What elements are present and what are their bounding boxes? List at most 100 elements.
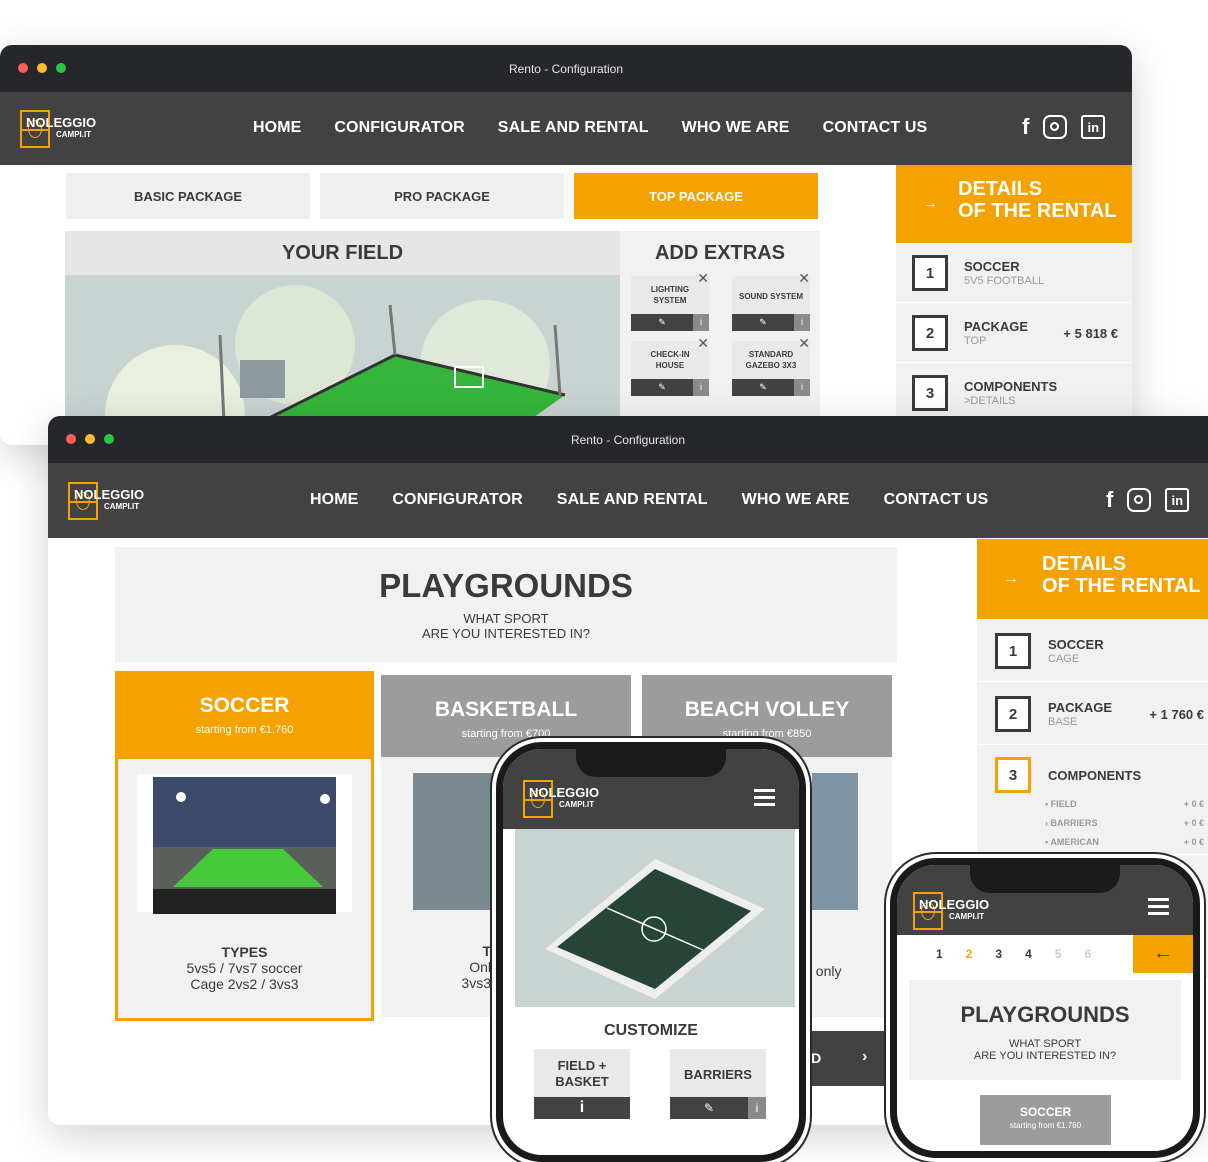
edit-icon[interactable]: ✎	[670, 1097, 748, 1119]
info-icon[interactable]: i	[748, 1097, 766, 1119]
info-icon[interactable]: i	[693, 314, 709, 331]
main-menu: HOME CONFIGURATOR SALE AND RENTAL WHO WE…	[253, 119, 927, 137]
window-controls[interactable]	[18, 63, 66, 73]
site-logo[interactable]: NOLEGGIO CAMPI.IT	[913, 892, 989, 930]
playgrounds-header: PLAYGROUNDS WHAT SPORT ARE YOU INTERESTE…	[115, 547, 897, 662]
nav-configurator[interactable]: CONFIGURATOR	[392, 491, 522, 509]
arrow-right-icon: →	[922, 195, 938, 212]
minimize-dot[interactable]	[85, 434, 95, 444]
edit-icon[interactable]: ✎	[732, 379, 794, 396]
option-barriers[interactable]: BARRIERS ✎ i	[670, 1049, 766, 1119]
rental-step-1[interactable]: 1 SOCCER CAGE	[977, 619, 1208, 682]
phone-notch	[970, 865, 1120, 893]
extra-standard-gazebo[interactable]: ✕ STANDARD GAZEBO 3X3 ✎ i	[732, 335, 810, 396]
step-2[interactable]: 2	[966, 947, 973, 961]
customize-title: CUSTOMIZE	[604, 1022, 698, 1039]
step-4[interactable]: 4	[1025, 947, 1032, 961]
window-titlebar: Rento - Configuration	[0, 45, 1132, 92]
site-logo[interactable]: NOLEGGIO CAMPI.IT	[20, 109, 96, 148]
top-package-button[interactable]: TOP PACKAGE	[574, 173, 818, 219]
step-6[interactable]: 6	[1084, 947, 1091, 961]
soccer-photo	[137, 774, 352, 914]
nav-home[interactable]: HOME	[253, 119, 301, 137]
nav-contact-us[interactable]: CONTACT US	[823, 119, 928, 137]
arrow-right-icon: →	[1003, 570, 1019, 587]
component-row[interactable]: • AMERICAN + 0 €	[1045, 837, 1204, 847]
phone-mockup-customize: NOLEGGIO CAMPI.IT CUSTOMIZE FIELD + BASKE…	[496, 742, 806, 1162]
truss	[388, 304, 397, 356]
step-5[interactable]: 5	[1055, 947, 1062, 961]
extra-check-in-house[interactable]: ✕ CHECK-IN HOUSE ✎ i	[631, 335, 709, 396]
sport-button-soccer[interactable]: SOCCER starting from €1.760	[980, 1095, 1111, 1145]
linkedin-icon[interactable]: in	[1081, 115, 1106, 139]
page-title: PLAYGROUNDS	[379, 567, 633, 604]
details-line2: OF THE RENTAL	[1042, 575, 1201, 597]
info-icon[interactable]: i	[794, 379, 810, 396]
question-line1: WHAT SPORT	[463, 611, 549, 626]
edit-icon[interactable]: ✎	[631, 379, 693, 396]
details-line1: DETAILS	[958, 178, 1043, 200]
nav-sale-and-rental[interactable]: SALE AND RENTAL	[557, 491, 708, 509]
extra-lighting-system[interactable]: ✕ LIGHTING SYSTEM ✎ i	[631, 270, 709, 331]
field-panel: YOUR FIELD	[65, 231, 620, 445]
extra-sound-system[interactable]: ✕ SOUND SYSTEM ✎ i	[732, 270, 810, 331]
edit-icon[interactable]: ✎	[732, 314, 794, 331]
page-title: PLAYGROUNDS	[960, 1002, 1130, 1027]
maximize-dot[interactable]	[104, 434, 114, 444]
back-browser-window: Rento - Configuration NOLEGGIO CAMPI.IT H…	[0, 45, 1132, 445]
info-icon[interactable]: i	[693, 379, 709, 396]
question-line2: ARE YOU INTERESTED IN?	[421, 626, 591, 641]
linkedin-icon[interactable]: in	[1165, 488, 1190, 512]
pro-package-button[interactable]: PRO PACKAGE	[320, 173, 564, 219]
logo-main-text: NOLEGGIO	[919, 897, 990, 912]
window-title: Rento - Configuration	[570, 432, 686, 447]
nav-sale-and-rental[interactable]: SALE AND RENTAL	[498, 119, 649, 137]
option-field-basket[interactable]: FIELD + BASKET i	[534, 1049, 630, 1119]
component-row[interactable]: › BARRIERS + 0 €	[1045, 818, 1204, 828]
step-1[interactable]: 1	[936, 947, 943, 961]
component-row[interactable]: • FIELD + 0 €	[1045, 799, 1204, 809]
site-logo[interactable]: NOLEGGIO CAMPI.IT	[68, 481, 145, 520]
info-button[interactable]: i	[534, 1097, 630, 1119]
logo-sub-text: CAMPI.IT	[104, 501, 140, 511]
nav-who-we-are[interactable]: WHO WE ARE	[682, 119, 790, 137]
info-icon[interactable]: i	[794, 314, 810, 331]
logo-sub-text: CAMPI.IT	[559, 800, 595, 809]
types-line2: Cage 2vs2 / 3vs3	[190, 976, 299, 992]
sport-name: BASKETBALL	[434, 698, 578, 721]
extras-title: ADD EXTRAS	[654, 242, 785, 264]
hamburger-menu-icon[interactable]	[1148, 898, 1169, 915]
edit-icon[interactable]: ✎	[631, 314, 693, 331]
maximize-dot[interactable]	[56, 63, 66, 73]
close-dot[interactable]	[18, 63, 28, 73]
facebook-icon[interactable]: f	[1106, 487, 1113, 513]
hamburger-menu-icon[interactable]	[754, 789, 775, 806]
step-3[interactable]: 3	[995, 947, 1002, 961]
logo-main-text: NOLEGGIO	[74, 486, 145, 502]
instagram-icon[interactable]	[1043, 115, 1068, 139]
beach-volley-photo	[812, 773, 858, 910]
instagram-icon[interactable]	[1127, 488, 1152, 512]
close-dot[interactable]	[66, 434, 76, 444]
playgrounds-header: PLAYGROUNDS WHAT SPORT ARE YOU INTERESTE…	[909, 980, 1181, 1080]
rental-step-1[interactable]: 1 SOCCER 5V5 FOOTBALL	[896, 243, 1132, 303]
nav-who-we-are[interactable]: WHO WE ARE	[742, 491, 850, 509]
nav-contact-us[interactable]: CONTACT US	[884, 491, 989, 509]
rental-step-3[interactable]: 3 COMPONENTS • FIELD + 0 € › BARRIERS + 0 …	[977, 745, 1208, 855]
rental-step-3[interactable]: 3 COMPONENTS >DETAILS	[896, 363, 1132, 423]
remove-icon[interactable]: ✕	[798, 270, 810, 287]
sport-card-soccer[interactable]: SOCCER starting from €1.760 TYPES 5vs5 /…	[115, 671, 374, 1021]
window-controls[interactable]	[66, 434, 114, 444]
minimize-dot[interactable]	[37, 63, 47, 73]
rental-step-2[interactable]: 2 PACKAGE BASE + 1 760 €	[977, 682, 1208, 745]
basic-package-button[interactable]: BASIC PACKAGE	[66, 173, 310, 219]
nav-configurator[interactable]: CONFIGURATOR	[334, 119, 464, 137]
back-arrow-button[interactable]: ←	[1133, 935, 1193, 973]
site-navbar: NOLEGGIO CAMPI.IT HOME CONFIGURATOR SALE …	[48, 463, 1208, 538]
rental-step-2[interactable]: 2 PACKAGE TOP + 5 818 €	[896, 303, 1132, 363]
site-logo[interactable]: NOLEGGIO CAMPI.IT	[523, 780, 599, 818]
details-line2: OF THE RENTAL	[958, 200, 1117, 222]
sport-price: starting from €1.760	[195, 724, 294, 736]
nav-home[interactable]: HOME	[310, 491, 358, 509]
facebook-icon[interactable]: f	[1022, 114, 1029, 140]
